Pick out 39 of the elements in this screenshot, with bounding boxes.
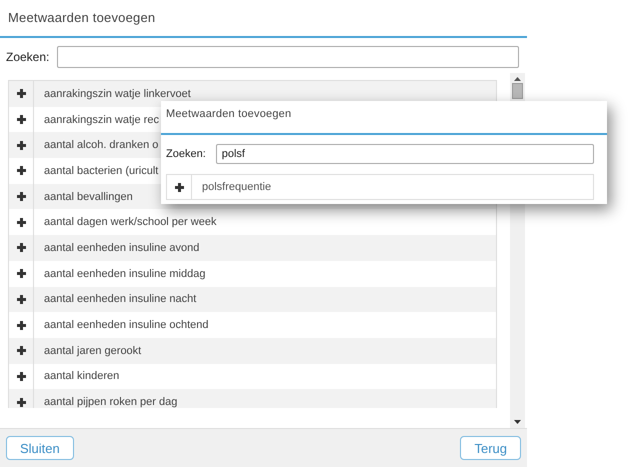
item-label[interactable]: aantal eenheden insuline avond (34, 242, 200, 254)
plus-icon (16, 192, 26, 202)
plus-icon (174, 182, 184, 192)
scroll-down-icon[interactable] (514, 420, 521, 424)
item-label[interactable]: aantal alcoh. dranken o (34, 139, 158, 152)
item-label[interactable]: aantal dagen werk/school per week (34, 216, 216, 228)
plus-icon (16, 243, 26, 252)
plus-icon (16, 115, 26, 124)
item-label[interactable]: polsfrequentie (192, 181, 272, 193)
dialog-button[interactable]: Sluiten (6, 436, 74, 460)
plus-icon (16, 89, 26, 98)
item-label[interactable]: aantal jaren gerookt (34, 344, 142, 357)
item-label[interactable]: aantal kinderen (34, 370, 120, 382)
search-label: Zoeken: (166, 148, 206, 160)
item-label[interactable]: aantal pijpen roken per dag (34, 396, 178, 408)
plus-icon (16, 166, 26, 176)
plus-icon (16, 320, 26, 330)
item-label[interactable]: aantal eenheden insuline middag (34, 268, 206, 280)
item-label[interactable]: aanrakingszin watje linkervoet (34, 88, 191, 100)
plus-icon (16, 372, 26, 381)
plus-icon (16, 218, 26, 227)
item-label[interactable]: aantal bevallingen (34, 190, 133, 203)
scroll-up-icon[interactable] (514, 77, 521, 81)
scroll-thumb[interactable] (512, 83, 523, 99)
popup-title: Meetwaarden toevoegen (165, 107, 292, 120)
search-label: Zoeken: (6, 50, 50, 64)
plus-icon (16, 269, 26, 278)
plus-icon (16, 294, 26, 304)
plus-icon (16, 140, 26, 150)
plus-icon (16, 346, 26, 356)
search-field[interactable]: polsf (216, 144, 594, 164)
item-label[interactable]: aantal eenheden insuline ochtend (34, 319, 209, 332)
search-field[interactable] (57, 46, 519, 68)
item-label[interactable]: aantal eenheden insuline nacht (34, 293, 196, 306)
dialog-title: Meetwaarden toevoegen (7, 9, 156, 25)
dialog-button[interactable]: Terug (460, 436, 521, 460)
item-label[interactable]: aanrakingszin watje rec (34, 114, 159, 126)
item-label[interactable]: aantal bacterien (uricult (34, 164, 158, 177)
plus-icon (16, 398, 26, 407)
